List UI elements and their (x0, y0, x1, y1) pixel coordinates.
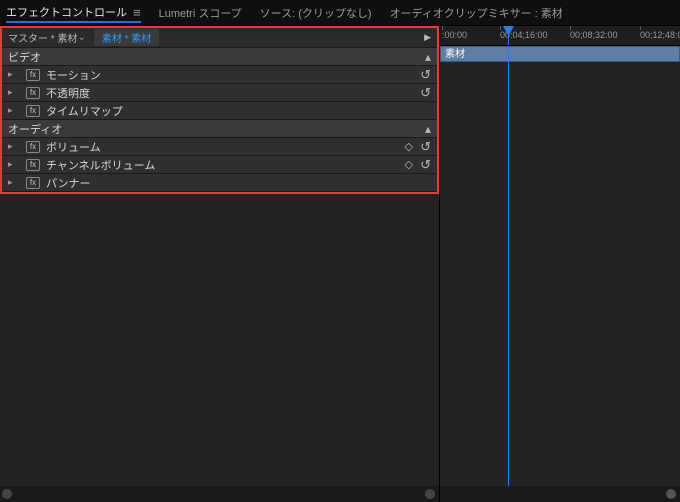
timeline-body[interactable] (440, 62, 680, 486)
mini-timeline: :00:00 00:04;16:00 00;08;32:00 00;12;48:… (440, 26, 680, 502)
sequence-header-row[interactable]: マスター * 素材 ⌄ 素材 * 素材 ▶ (2, 28, 437, 48)
section-label: ビデオ (8, 49, 41, 65)
hamburger-icon[interactable]: ≡ (133, 6, 141, 19)
effect-name: チャンネルボリューム (46, 157, 155, 173)
effect-row-opacity[interactable]: ▸ fx 不透明度 ↺ (2, 84, 437, 102)
twirl-icon[interactable]: ▸ (8, 177, 16, 188)
effect-row-channel-volume[interactable]: ▸ fx チャンネルボリューム ◇ ↺ (2, 156, 437, 174)
keyframe-icon[interactable]: ◇ (405, 158, 413, 171)
time-tick: 00;08;32:00 (570, 30, 618, 40)
panel-tabs: エフェクトコントロール ≡ Lumetri スコープ ソース: (クリップなし)… (0, 0, 680, 26)
tab-label: エフェクトコントロール (6, 4, 127, 20)
effect-name: ボリューム (46, 139, 101, 155)
fx-badge-icon[interactable]: fx (26, 177, 40, 189)
audio-section-header[interactable]: オーディオ ▴ (2, 120, 437, 138)
playhead-line[interactable] (508, 46, 509, 486)
clip-bar[interactable]: 素材 (440, 46, 680, 62)
fx-badge-icon[interactable]: fx (26, 105, 40, 117)
reset-icon[interactable]: ↺ (420, 85, 431, 101)
zoom-handle-icon[interactable] (666, 489, 676, 499)
effect-name: パンナー (46, 175, 91, 191)
highlight-annotation: マスター * 素材 ⌄ 素材 * 素材 ▶ ビデオ ▴ ▸ fx モーション ↺… (0, 26, 439, 194)
twirl-icon[interactable]: ▸ (8, 141, 16, 152)
effect-panel-empty-area (0, 194, 439, 486)
effect-controls-panel: マスター * 素材 ⌄ 素材 * 素材 ▶ ビデオ ▴ ▸ fx モーション ↺… (0, 26, 440, 502)
effect-row-panner[interactable]: ▸ fx パンナー (2, 174, 437, 192)
effect-row-motion[interactable]: ▸ fx モーション ↺ (2, 66, 437, 84)
play-arrow-icon[interactable]: ▶ (424, 32, 431, 43)
video-section-header[interactable]: ビデオ ▴ (2, 48, 437, 66)
chevron-down-icon[interactable]: ⌄ (77, 32, 85, 43)
twirl-icon[interactable]: ▸ (8, 87, 16, 98)
timecode-dot-icon[interactable] (2, 489, 12, 499)
master-clip-label: マスター * 素材 (8, 30, 77, 45)
zoom-dot-icon[interactable] (425, 489, 435, 499)
tab-lumetri-scopes[interactable]: Lumetri スコープ (159, 3, 242, 23)
tab-source[interactable]: ソース: (クリップなし) (260, 3, 372, 23)
tab-effect-controls[interactable]: エフェクトコントロール ≡ (6, 2, 141, 23)
panel-bottom-bar (0, 486, 439, 502)
effect-name: モーション (46, 67, 101, 83)
playhead-icon[interactable] (508, 26, 509, 45)
collapse-up-icon[interactable]: ▴ (425, 122, 431, 136)
collapse-up-icon[interactable]: ▴ (425, 50, 431, 64)
effect-row-time-remap[interactable]: ▸ fx タイムリマップ (2, 102, 437, 120)
clip-chip[interactable]: 素材 * 素材 (94, 29, 159, 46)
section-label: オーディオ (8, 121, 62, 137)
fx-badge-icon[interactable]: fx (26, 69, 40, 81)
reset-icon[interactable]: ↺ (420, 67, 431, 83)
effect-name: タイムリマップ (46, 103, 123, 119)
effect-row-volume[interactable]: ▸ fx ボリューム ◇ ↺ (2, 138, 437, 156)
reset-icon[interactable]: ↺ (420, 157, 431, 173)
fx-badge-icon[interactable]: fx (26, 159, 40, 171)
time-tick: 00;12;48:00 (640, 30, 680, 40)
time-tick: :00:00 (442, 30, 467, 40)
timeline-zoom-bar[interactable] (440, 486, 680, 502)
fx-badge-icon[interactable]: fx (26, 87, 40, 99)
effect-name: 不透明度 (46, 85, 90, 101)
twirl-icon[interactable]: ▸ (8, 105, 16, 116)
twirl-icon[interactable]: ▸ (8, 159, 16, 170)
reset-icon[interactable]: ↺ (420, 139, 431, 155)
time-ruler[interactable]: :00:00 00:04;16:00 00;08;32:00 00;12;48:… (440, 26, 680, 46)
twirl-icon[interactable]: ▸ (8, 69, 16, 80)
fx-badge-icon[interactable]: fx (26, 141, 40, 153)
keyframe-icon[interactable]: ◇ (405, 140, 413, 153)
tab-audio-clip-mixer[interactable]: オーディオクリップミキサー : 素材 (390, 3, 563, 23)
